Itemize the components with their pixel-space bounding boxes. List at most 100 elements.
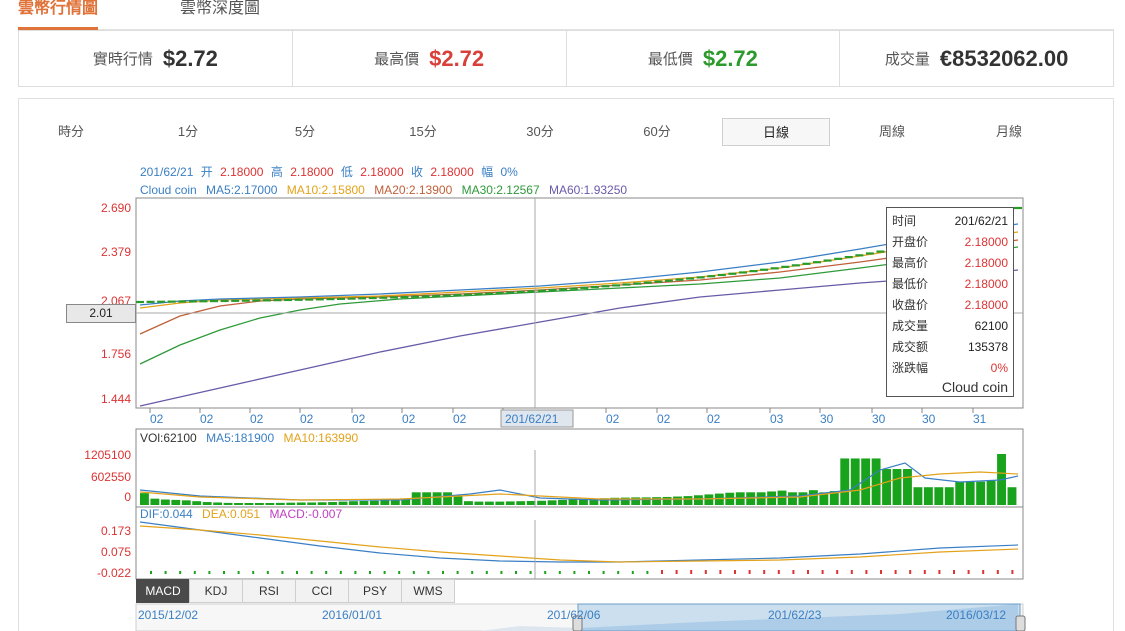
- x-tick-label: 02: [657, 412, 671, 426]
- macd-legend-dea: DEA:0.051: [202, 507, 260, 521]
- macd-bar: [719, 570, 722, 574]
- macd-bar: [164, 571, 167, 574]
- macd-bar: [996, 570, 999, 574]
- tooltip-label: 开盘价: [892, 235, 929, 249]
- macd-axis-label: -0.022: [97, 566, 131, 580]
- x-tick-label: 30: [820, 412, 834, 426]
- macd-bar: [515, 571, 517, 574]
- volume-bar: [453, 496, 463, 505]
- price-axis-label: 1.756: [101, 347, 131, 361]
- ohlc-close-label: 收: [411, 165, 423, 179]
- volume-bar: [380, 500, 390, 505]
- macd-histogram: [150, 570, 1014, 574]
- ohlc-high: 2.18000: [290, 165, 334, 179]
- macd-bar: [865, 570, 868, 574]
- macd-bar: [325, 571, 328, 574]
- volume-bar: [171, 499, 181, 505]
- volume-bar: [934, 487, 944, 505]
- navigator-handle-right[interactable]: [1015, 615, 1026, 631]
- volume-bar: [254, 503, 264, 505]
- volume-bar: [913, 487, 923, 505]
- indicator-tab-kdj[interactable]: KDJ: [189, 579, 243, 603]
- indicator-tab-macd[interactable]: MACD: [136, 579, 190, 603]
- volume-bar: [882, 469, 892, 505]
- volume-bar: [192, 501, 202, 505]
- indicator-tab-rsi[interactable]: RSI: [242, 579, 296, 603]
- volume-bar: [369, 500, 379, 505]
- macd-bar: [748, 570, 751, 574]
- macd-bar: [310, 571, 313, 574]
- macd-bar: [442, 571, 444, 574]
- volume-bar: [923, 487, 933, 505]
- tooltip-row-amount: 成交额 135378: [892, 337, 1008, 358]
- x-tick-label: 02: [352, 412, 366, 426]
- ohlc-low-label: 低: [341, 165, 353, 179]
- macd-bar: [850, 570, 853, 574]
- volume-bar: [516, 501, 526, 505]
- macd-legend-dif: DIF:0.044: [140, 507, 193, 521]
- macd-bar: [398, 571, 401, 574]
- volume-bar: [390, 499, 400, 505]
- crosshair-price-label: 2.01: [66, 304, 136, 323]
- volume-axis-label: 0: [124, 490, 131, 504]
- volume-bar: [986, 480, 996, 505]
- volume-bar: [484, 501, 494, 505]
- volume-bar: [213, 502, 223, 505]
- indicator-tab-cci[interactable]: CCI: [295, 579, 349, 603]
- macd-bar: [354, 571, 357, 574]
- macd-bar: [938, 570, 941, 574]
- indicator-tab-psy[interactable]: PSY: [348, 579, 402, 603]
- ma-legend: Cloud coin MA5:2.17000 MA10:2.15800 MA20…: [140, 183, 627, 197]
- volume-bar: [495, 501, 505, 505]
- volume-bar: [328, 502, 338, 505]
- macd-dif-line: [139, 521, 1019, 563]
- volume-legend-ma10: MA10:163990: [283, 431, 358, 445]
- tooltip-value: 2.18000: [964, 235, 1008, 249]
- navigator-date: 201/62/06: [547, 608, 601, 622]
- ohlc-high-label: 高: [271, 164, 283, 179]
- x-tick-label: 02: [453, 412, 467, 426]
- tooltip-label: 成交额: [892, 340, 929, 354]
- volume-bar: [202, 502, 212, 505]
- volume-bar: [443, 492, 453, 505]
- x-tick-label: 201/62/21: [505, 412, 559, 426]
- macd-bar: [252, 571, 255, 574]
- x-tick-label: 30: [922, 412, 936, 426]
- macd-bar: [471, 571, 474, 574]
- volume-legend-ma5: MA5:181900: [206, 431, 274, 445]
- macd-dea-line: [139, 525, 1019, 563]
- macd-bar: [266, 571, 269, 574]
- price-axis-label: 2.690: [101, 201, 131, 215]
- macd-legend-macd: MACD:-0.007: [269, 507, 342, 521]
- macd-bar: [734, 570, 736, 574]
- tooltip-row-high: 最高价 2.18000: [892, 253, 1008, 274]
- volume-bar: [338, 501, 348, 505]
- tooltip-value: 135378: [967, 340, 1008, 354]
- macd-bar: [1011, 570, 1014, 574]
- ohlc-open-label: 开: [201, 165, 213, 179]
- tooltip-row-close: 收盘价 2.18000: [892, 295, 1008, 316]
- tooltip-value: 2.18000: [964, 256, 1008, 270]
- macd-legend: DIF:0.044 DEA:0.051 MACD:-0.007: [140, 507, 342, 521]
- volume-bar: [840, 458, 850, 505]
- x-tick-label: 02: [300, 412, 314, 426]
- macd-bar: [646, 571, 649, 574]
- navigator-date: 2016/03/12: [946, 608, 1006, 622]
- indicator-tab-wms[interactable]: WMS: [401, 579, 455, 603]
- volume-bar: [526, 500, 536, 505]
- tooltip-label: 最高价: [892, 256, 929, 270]
- ma-legend-name: Cloud coin: [140, 183, 197, 197]
- x-tick-label: 02: [200, 412, 214, 426]
- macd-bar: [807, 570, 809, 574]
- ohlc-change-label: 幅: [481, 164, 493, 179]
- macd-bar: [894, 570, 897, 574]
- macd-bar: [500, 571, 503, 574]
- macd-bar: [456, 571, 459, 574]
- macd-bar: [281, 571, 284, 574]
- volume-bar: [673, 496, 682, 505]
- macd-bar: [237, 571, 240, 574]
- price-axis-label: 1.444: [101, 392, 131, 406]
- volume-bar: [474, 501, 484, 505]
- volume-bar: [714, 493, 724, 505]
- tooltip-value: 201/62/21: [954, 214, 1008, 228]
